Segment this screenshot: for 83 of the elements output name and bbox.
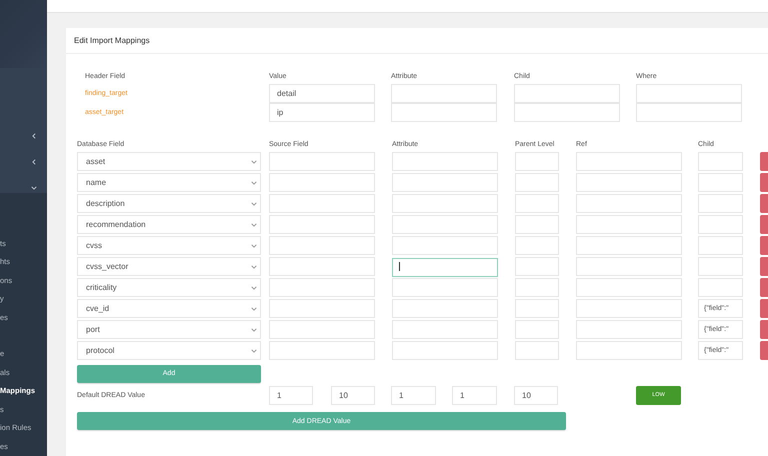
attribute-input[interactable] — [392, 152, 498, 171]
child-input[interactable] — [698, 257, 743, 276]
ref-input[interactable] — [576, 152, 682, 171]
child-input[interactable] — [698, 173, 743, 192]
attribute-input[interactable] — [392, 194, 498, 213]
ref-input[interactable] — [576, 320, 682, 339]
dropdown-caret-icon — [251, 306, 257, 312]
parent-level-input[interactable] — [515, 173, 559, 192]
attribute-input[interactable] — [392, 258, 498, 277]
parent-level-input[interactable] — [515, 278, 559, 297]
database-field-select[interactable]: description — [77, 194, 261, 213]
database-field-select[interactable]: cvss — [77, 236, 261, 255]
where-input[interactable] — [636, 84, 742, 103]
parent-level-input[interactable] — [515, 341, 559, 360]
database-field-select[interactable]: criticality — [77, 278, 261, 297]
source-field-input[interactable] — [269, 194, 375, 213]
sidebar-header — [0, 0, 47, 68]
ref-input[interactable] — [576, 278, 682, 297]
dread-value-input[interactable]: 10 — [514, 386, 558, 404]
dread-value-input[interactable]: 10 — [331, 386, 375, 404]
child-input[interactable] — [514, 103, 620, 122]
parent-level-input[interactable] — [515, 299, 559, 318]
parent-level-input[interactable] — [515, 257, 559, 276]
dropdown-caret-icon — [251, 180, 257, 186]
attribute-input[interactable] — [392, 236, 498, 255]
attribute-input[interactable] — [391, 84, 497, 103]
dread-value-input[interactable]: 1 — [391, 386, 436, 404]
database-field-select[interactable]: name — [77, 173, 261, 192]
parent-level-input[interactable] — [515, 194, 559, 213]
ref-input[interactable] — [576, 215, 682, 234]
parent-level-input[interactable] — [515, 215, 559, 234]
dropdown-caret-icon — [251, 242, 257, 248]
attribute-input[interactable] — [392, 341, 498, 360]
where-input[interactable] — [636, 103, 742, 122]
parent-level-input[interactable] — [515, 236, 559, 255]
text-cursor — [399, 262, 400, 271]
source-field-input[interactable] — [269, 278, 375, 297]
dropdown-caret-icon — [251, 284, 257, 290]
dropdown-caret-icon — [251, 200, 257, 206]
attribute-input[interactable] — [391, 103, 497, 122]
child-input[interactable] — [698, 194, 743, 213]
ref-input[interactable] — [576, 299, 682, 318]
database-field-select[interactable]: port — [77, 320, 261, 339]
value-input[interactable]: ip — [269, 103, 375, 122]
database-field-select[interactable]: protocol — [77, 341, 261, 360]
dropdown-caret-icon — [251, 264, 257, 270]
ref-input[interactable] — [576, 257, 682, 276]
parent-level-input[interactable] — [515, 152, 559, 171]
ref-input[interactable] — [576, 173, 682, 192]
ref-input[interactable] — [576, 194, 682, 213]
value-input[interactable]: detail — [269, 84, 375, 103]
attribute-input[interactable] — [392, 215, 498, 234]
card-title: Edit Import Mappings — [74, 36, 150, 45]
database-field-select[interactable]: cvss_vector — [77, 257, 261, 276]
child-input[interactable] — [698, 236, 743, 255]
source-field-input[interactable] — [269, 341, 375, 360]
source-field-input[interactable] — [269, 236, 375, 255]
dropdown-caret-icon — [251, 158, 257, 164]
dropdown-caret-icon — [251, 222, 257, 228]
ref-input[interactable] — [576, 341, 682, 360]
dread-value-input[interactable]: 1 — [269, 386, 313, 404]
parent-level-input[interactable] — [515, 320, 559, 339]
child-input[interactable] — [698, 152, 743, 171]
source-field-input[interactable] — [269, 299, 375, 318]
source-field-input[interactable] — [269, 152, 375, 171]
dropdown-caret-icon — [251, 326, 257, 332]
database-field-select[interactable]: cve_id — [77, 299, 261, 318]
attribute-input[interactable] — [392, 173, 498, 192]
database-field-select[interactable]: recommendation — [77, 215, 261, 234]
dread-value-input[interactable]: 1 — [452, 386, 497, 404]
source-field-input[interactable] — [269, 215, 375, 234]
attribute-input[interactable] — [392, 299, 498, 318]
child-input[interactable] — [514, 84, 620, 103]
source-field-input[interactable] — [269, 257, 375, 276]
dropdown-caret-icon — [251, 348, 257, 354]
child-input[interactable] — [698, 278, 743, 297]
source-field-input[interactable] — [269, 173, 375, 192]
attribute-input[interactable] — [392, 278, 498, 297]
child-input[interactable] — [698, 215, 743, 234]
source-field-input[interactable] — [269, 320, 375, 339]
database-field-select[interactable]: asset — [77, 152, 261, 171]
attribute-input[interactable] — [392, 320, 498, 339]
ref-input[interactable] — [576, 236, 682, 255]
